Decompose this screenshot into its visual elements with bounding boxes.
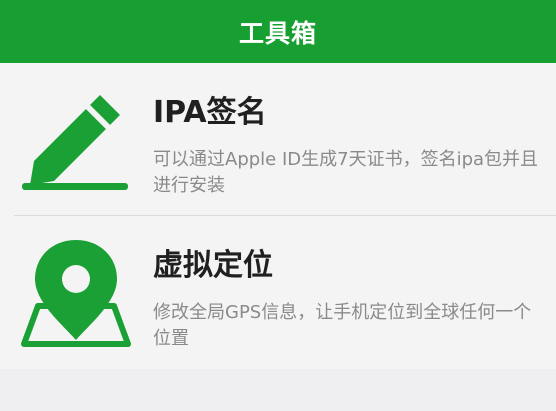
tool-description: 可以通过Apple ID生成7天证书，签名ipa包并且进行安装 [153,149,539,196]
pencil-sign-icon [20,85,132,197]
map-pin-icon [20,236,132,348]
tool-list: IPA签名 可以通过Apple ID生成7天证书，签名ipa包并且进行安装 虚拟… [0,63,556,369]
page-title: 工具箱 [238,18,317,48]
tool-item-ipa-sign[interactable]: IPA签名 可以通过Apple ID生成7天证书，签名ipa包并且进行安装 [0,63,556,215]
tool-title: 虚拟定位 [153,248,273,283]
tool-title: IPA签名 [153,95,267,130]
top-bar: 工具箱 [0,0,556,63]
tool-description: 修改全局GPS信息，让手机定位到全球任何一个位置 [153,302,532,349]
tool-item-virtual-location[interactable]: 虚拟定位 修改全局GPS信息，让手机定位到全球任何一个位置 [0,216,556,368]
